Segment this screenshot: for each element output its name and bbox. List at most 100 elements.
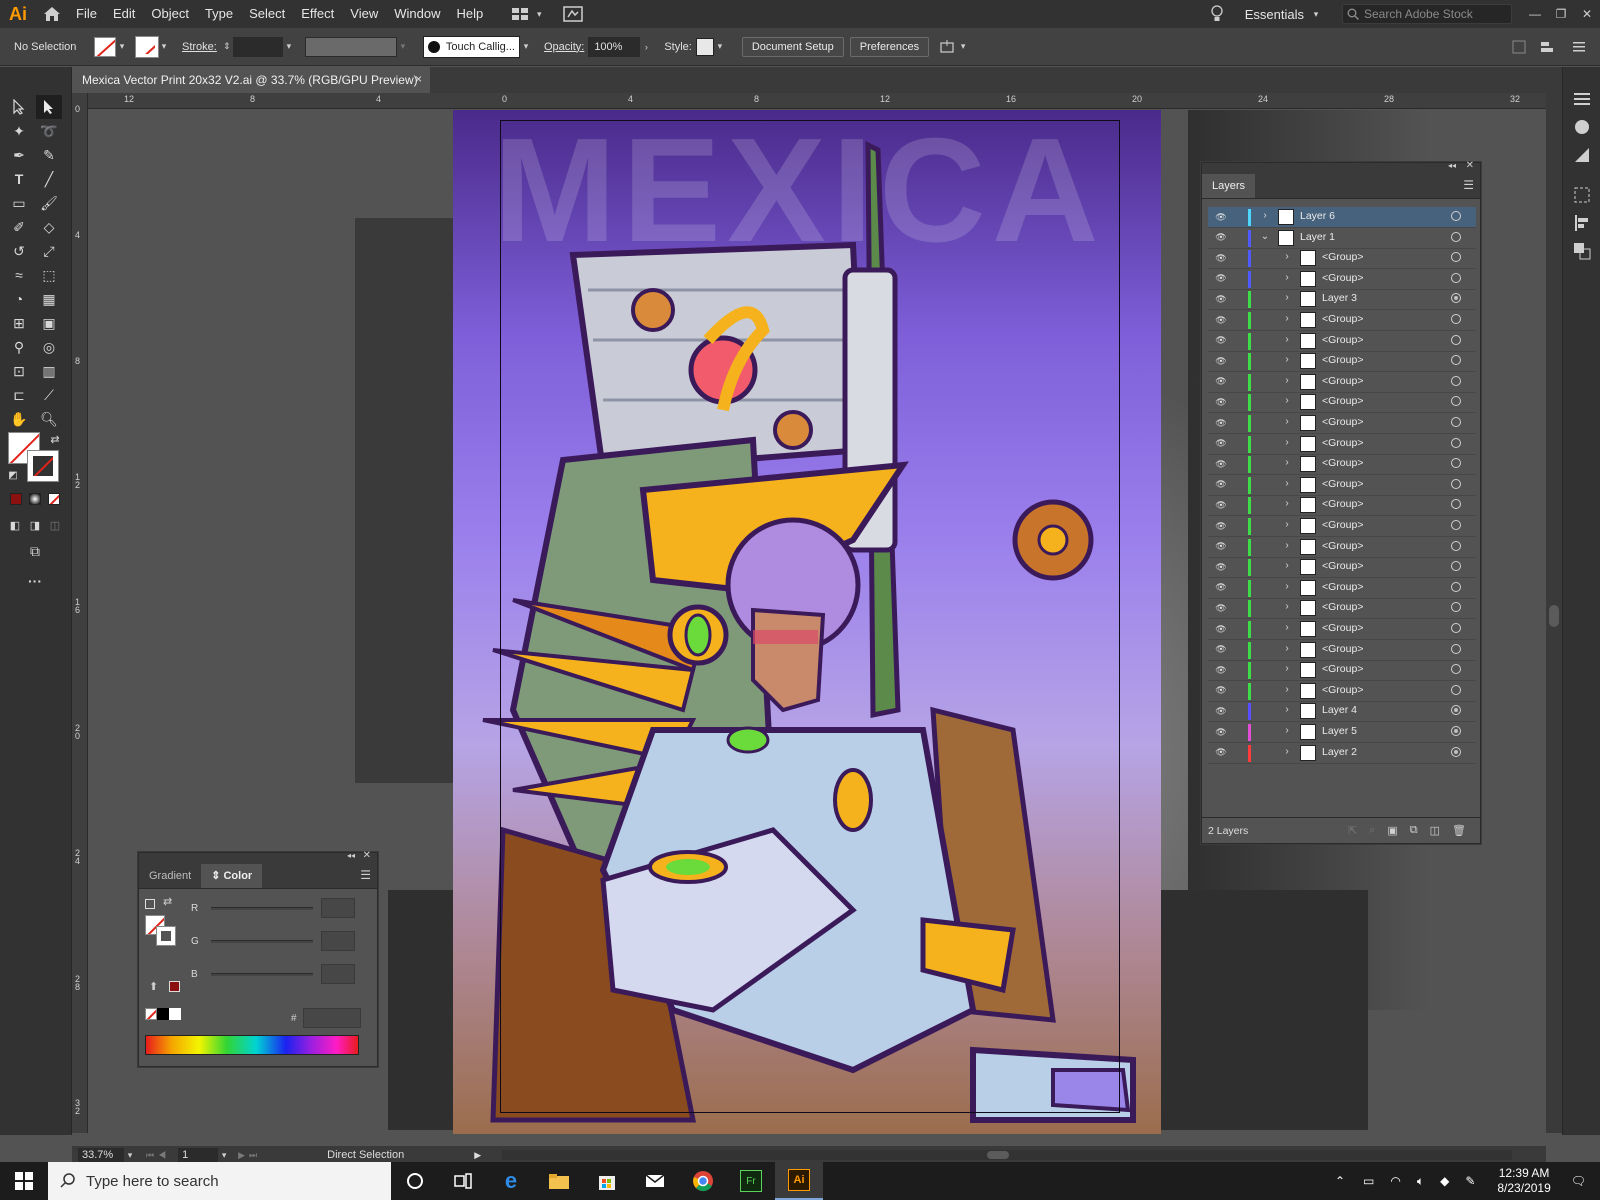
- file-explorer-icon[interactable]: [535, 1162, 583, 1200]
- close-panel-icon[interactable]: ✕: [1466, 160, 1474, 171]
- eyedropper-tool-icon[interactable]: ⚲: [6, 335, 32, 359]
- free-transform-tool-icon[interactable]: ⬚: [36, 263, 62, 287]
- tab-gradient[interactable]: Gradient: [139, 864, 201, 888]
- rotate-tool-icon[interactable]: ↺: [6, 239, 32, 263]
- layer-target-icon[interactable]: [1451, 581, 1461, 592]
- magic-wand-tool-icon[interactable]: ✦: [6, 119, 32, 143]
- none-swatch[interactable]: [145, 1008, 157, 1020]
- layer-row[interactable]: 👁︎ › <Group>: [1208, 598, 1476, 620]
- start-button[interactable]: [0, 1162, 48, 1200]
- type-tool-icon[interactable]: T: [6, 167, 32, 191]
- chevron-down-icon[interactable]: ▾: [283, 41, 295, 52]
- artboard[interactable]: MEXICA: [453, 110, 1161, 1134]
- visibility-eye-icon[interactable]: 👁︎: [1212, 459, 1230, 470]
- vertical-scrollbar[interactable]: [1546, 93, 1562, 1133]
- document-setup-button[interactable]: Document Setup: [741, 36, 844, 57]
- layer-name[interactable]: Layer 2: [1322, 746, 1357, 758]
- layer-name[interactable]: <Group>: [1322, 663, 1363, 675]
- layer-target-icon[interactable]: [1451, 643, 1461, 654]
- notifications-icon[interactable]: 🗨︎: [1571, 1174, 1586, 1188]
- expand-arrow-icon[interactable]: ›: [1280, 519, 1294, 530]
- visibility-eye-icon[interactable]: 👁︎: [1212, 603, 1230, 614]
- layer-name[interactable]: Layer 3: [1322, 292, 1357, 304]
- visibility-eye-icon[interactable]: 👁︎: [1212, 541, 1230, 552]
- variable-width-profile[interactable]: [304, 36, 397, 57]
- none-mode-icon[interactable]: [48, 493, 60, 505]
- expand-arrow-icon[interactable]: ›: [1280, 725, 1294, 736]
- layer-target-icon[interactable]: [1451, 231, 1461, 242]
- visibility-eye-icon[interactable]: 👁︎: [1212, 685, 1230, 696]
- layer-target-icon[interactable]: [1451, 561, 1461, 572]
- visibility-eye-icon[interactable]: 👁︎: [1212, 727, 1230, 738]
- layer-name[interactable]: <Group>: [1322, 251, 1363, 263]
- channel-b[interactable]: B: [191, 963, 361, 985]
- layer-row[interactable]: 👁︎ › <Group>: [1208, 372, 1476, 393]
- menu-file[interactable]: File: [68, 0, 105, 28]
- layer-name[interactable]: <Group>: [1322, 437, 1363, 449]
- adobe-stock-search[interactable]: Search Adobe Stock: [1342, 4, 1512, 24]
- perspective-grid-tool-icon[interactable]: ▦: [36, 287, 62, 311]
- visibility-eye-icon[interactable]: 👁︎: [1212, 212, 1230, 223]
- delete-layer-icon[interactable]: 🗑︎: [1452, 824, 1466, 837]
- expand-arrow-icon[interactable]: ›: [1280, 334, 1294, 345]
- tab-color[interactable]: ⇕ Color: [201, 864, 263, 888]
- visibility-eye-icon[interactable]: 👁︎: [1212, 397, 1230, 408]
- last-color-swatch[interactable]: [169, 981, 180, 992]
- visibility-eye-icon[interactable]: 👁︎: [1212, 747, 1230, 758]
- expand-arrow-icon[interactable]: ›: [1280, 395, 1294, 406]
- layer-target-icon[interactable]: [1451, 746, 1461, 757]
- layer-row[interactable]: 👁︎ › <Group>: [1208, 248, 1476, 270]
- layer-row[interactable]: 👁︎ › <Group>: [1208, 454, 1476, 476]
- layer-row[interactable]: 👁︎ › <Group>: [1208, 681, 1476, 702]
- layer-target-icon[interactable]: [1451, 211, 1461, 221]
- panel-stroke-box[interactable]: [156, 926, 176, 946]
- visibility-eye-icon[interactable]: 👁︎: [1212, 376, 1230, 387]
- adobe-fresco-icon[interactable]: Fr: [727, 1162, 775, 1200]
- layer-target-icon[interactable]: [1451, 499, 1461, 510]
- graphic-style-swatch[interactable]: [695, 37, 714, 56]
- black-swatch[interactable]: [157, 1008, 169, 1020]
- document-tab[interactable]: Mexica Vector Print 20x32 V2.ai @ 33.7% …: [72, 67, 430, 93]
- layer-row[interactable]: 👁︎ › <Group>: [1208, 269, 1476, 290]
- paintbrush-tool-icon[interactable]: 🖌: [36, 191, 62, 215]
- layer-name[interactable]: <Group>: [1322, 416, 1363, 428]
- artboard-prev-icons[interactable]: ⏮◀: [146, 1150, 170, 1161]
- layer-row[interactable]: 👁︎ › <Group>: [1208, 331, 1476, 352]
- swap-fill-stroke-icon[interactable]: ⇄: [42, 427, 68, 451]
- expand-arrow-icon[interactable]: ›: [1280, 478, 1294, 489]
- menu-view[interactable]: View: [342, 0, 386, 28]
- layer-row[interactable]: 👁︎ › <Group>: [1208, 495, 1476, 517]
- locate-object-icon[interactable]: ⌕: [1369, 824, 1375, 837]
- visibility-eye-icon[interactable]: 👁︎: [1212, 294, 1230, 305]
- layer-target-icon[interactable]: [1451, 602, 1461, 613]
- chevron-down-icon[interactable]: ▾: [218, 1150, 230, 1161]
- expand-arrow-icon[interactable]: ›: [1280, 540, 1294, 551]
- arrange-documents-button[interactable]: ▾: [511, 6, 583, 22]
- visibility-eye-icon[interactable]: 👁︎: [1212, 232, 1230, 243]
- layer-target-icon[interactable]: [1451, 417, 1461, 427]
- edit-toolbar-icon[interactable]: ···: [22, 569, 48, 593]
- edge-browser-icon[interactable]: e: [487, 1162, 535, 1200]
- channel-b-slider[interactable]: [211, 972, 313, 976]
- curvature-tool-icon[interactable]: ✎: [36, 143, 62, 167]
- layer-row[interactable]: 👁︎ › Layer 2: [1208, 743, 1476, 764]
- layer-row[interactable]: 👁︎ › Layer 6: [1208, 207, 1476, 228]
- visibility-eye-icon[interactable]: 👁︎: [1212, 253, 1230, 264]
- selection-tool-icon[interactable]: [6, 95, 32, 119]
- appearance-panel-icon[interactable]: [1572, 117, 1592, 137]
- layer-row[interactable]: 👁︎ › <Group>: [1208, 537, 1476, 558]
- layer-row[interactable]: 👁︎ › <Group>: [1208, 434, 1476, 455]
- close-tab-icon[interactable]: ×: [415, 72, 422, 86]
- expand-arrow-icon[interactable]: ›: [1280, 457, 1294, 468]
- layer-name[interactable]: <Group>: [1322, 334, 1363, 346]
- layer-name[interactable]: Layer 4: [1322, 704, 1357, 716]
- layer-row[interactable]: 👁︎ › <Group>: [1208, 392, 1476, 414]
- visibility-eye-icon[interactable]: 👁︎: [1212, 521, 1230, 532]
- eraser-tool-icon[interactable]: ◇: [36, 215, 62, 239]
- collapse-panel-icon[interactable]: ◂◂: [347, 851, 355, 860]
- channel-g[interactable]: G: [191, 930, 361, 952]
- layer-row[interactable]: 👁︎ › Layer 5: [1208, 722, 1476, 743]
- layer-name[interactable]: Layer 5: [1322, 725, 1357, 737]
- channel-g-slider[interactable]: [211, 939, 313, 943]
- expand-arrow-icon[interactable]: ›: [1280, 746, 1294, 757]
